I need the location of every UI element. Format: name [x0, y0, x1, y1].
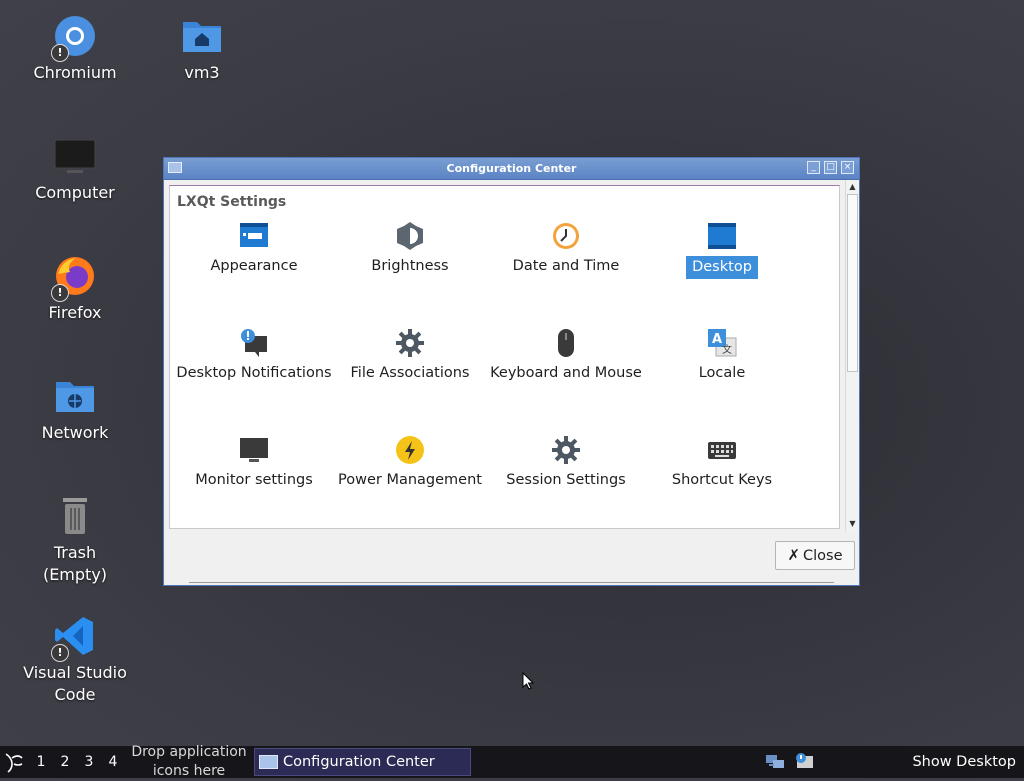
settings-item-label: Appearance	[210, 258, 298, 274]
settings-item-power-management[interactable]: Power Management	[332, 435, 488, 491]
settings-item-brightness[interactable]: Brightness	[332, 221, 488, 277]
svg-text:文: 文	[722, 343, 732, 356]
desktop-icon-label: Trash (Empty)	[42, 543, 108, 584]
status-divider	[189, 582, 834, 583]
settings-item-monitor-settings[interactable]: Monitor settings	[176, 435, 332, 491]
settings-item-session-settings[interactable]: Session Settings	[488, 435, 644, 491]
svg-text:A: A	[712, 332, 722, 347]
vertical-scrollbar[interactable]: ▲ ▼	[845, 180, 859, 531]
network-folder-icon	[53, 374, 97, 418]
settings-item-label: Brightness	[371, 258, 449, 274]
settings-item-keyboard-mouse[interactable]: Keyboard and Mouse	[488, 328, 644, 384]
desktop-icon-label: vm3	[184, 63, 220, 82]
window-icon	[259, 755, 278, 769]
desktop-icon-vscode[interactable]: ! Visual Studio Code	[20, 614, 130, 706]
taskbar-task-configuration-center[interactable]: Configuration Center	[254, 748, 471, 776]
window-titlebar[interactable]: Configuration Center _ □ ×	[164, 158, 859, 180]
desktop-icon-chromium[interactable]: ! Chromium	[20, 14, 130, 84]
task-label: Configuration Center	[283, 754, 435, 770]
desktop-icon-label: Visual Studio Code	[23, 663, 127, 704]
workspace-2-button[interactable]: 2	[57, 746, 73, 778]
desktop-icon-label: Chromium	[33, 63, 117, 82]
settings-item-desktop[interactable]: Desktop	[644, 221, 800, 279]
window-title: Configuration Center	[446, 162, 577, 175]
locale-icon: A文	[707, 328, 737, 358]
close-icon: ✗	[787, 546, 801, 564]
settings-item-label: Keyboard and Mouse	[490, 365, 642, 381]
brightness-icon	[395, 221, 425, 251]
configuration-center-window: Configuration Center _ □ × LXQt Settings…	[163, 157, 860, 586]
quicklaunch-drop-hint: Drop application icons here	[131, 744, 247, 779]
workspace-4-button[interactable]: 4	[105, 746, 121, 778]
taskbar: 1 2 3 4 Drop application icons here Conf…	[0, 744, 1024, 779]
settings-item-label: Monitor settings	[195, 472, 313, 488]
desktop-icon-label: Network	[41, 423, 109, 442]
settings-item-label-selected: Desktop	[686, 256, 758, 279]
show-desktop-button[interactable]: Show Desktop	[912, 746, 1016, 778]
vscode-icon: !	[51, 614, 97, 662]
gear-icon	[395, 328, 425, 358]
settings-item-label: Date and Time	[512, 258, 620, 274]
settings-item-label: Session Settings	[506, 472, 626, 488]
chromium-icon: !	[51, 14, 97, 62]
desktop-icon-vm3[interactable]: vm3	[147, 14, 257, 84]
workspace-1-button[interactable]: 1	[33, 746, 49, 778]
home-folder-icon	[180, 14, 224, 58]
settings-item-label: Desktop Notifications	[176, 365, 332, 381]
power-icon	[395, 435, 425, 465]
close-window-button[interactable]: ×	[841, 161, 854, 174]
mouse-cursor-icon	[522, 671, 535, 690]
minimize-button[interactable]: _	[807, 161, 820, 174]
scroll-thumb[interactable]	[847, 194, 858, 372]
settings-item-file-associations[interactable]: File Associations	[332, 328, 488, 384]
clock-icon	[551, 221, 581, 251]
desktop-icon	[707, 221, 737, 251]
desktop-icon-computer[interactable]: Computer	[20, 134, 130, 204]
lxqt-menu-icon[interactable]	[2, 750, 26, 774]
workspace-3-button[interactable]: 3	[81, 746, 97, 778]
settings-item-label: Shortcut Keys	[671, 472, 773, 488]
computer-icon	[53, 134, 97, 178]
close-button[interactable]: ✗ Close	[775, 541, 855, 570]
mouse-icon	[551, 328, 581, 358]
desktop-icon-label: Computer	[35, 183, 115, 202]
settings-item-date-time[interactable]: Date and Time	[488, 221, 644, 277]
maximize-button[interactable]: □	[824, 161, 837, 174]
settings-item-locale[interactable]: A文 Locale	[644, 328, 800, 384]
keyboard-icon	[707, 435, 737, 465]
settings-panel: LXQt Settings Appearance Brightness Date…	[169, 185, 840, 529]
settings-item-label: File Associations	[350, 365, 470, 381]
firefox-icon: !	[51, 254, 97, 302]
close-button-label: Close	[803, 548, 843, 564]
scroll-up-arrow-icon[interactable]: ▲	[846, 181, 859, 193]
trash-icon	[53, 494, 97, 538]
desktop-icon-firefox[interactable]: ! Firefox	[20, 254, 130, 324]
gear-icon	[551, 435, 581, 465]
group-title: LXQt Settings	[177, 194, 287, 210]
appearance-icon	[239, 221, 269, 251]
settings-item-shortcut-keys[interactable]: Shortcut Keys	[644, 435, 800, 491]
desktop-icon-network[interactable]: Network	[20, 374, 130, 444]
network-tray-icon[interactable]	[765, 752, 785, 772]
scroll-down-arrow-icon[interactable]: ▼	[846, 518, 859, 530]
monitor-icon	[239, 435, 269, 465]
desktop-icon-label: Firefox	[48, 303, 102, 322]
desktop-icon-trash[interactable]: Trash (Empty)	[20, 494, 130, 586]
notification-tray-icon[interactable]	[794, 752, 814, 772]
settings-item-appearance[interactable]: Appearance	[176, 221, 332, 277]
settings-item-desktop-notifications[interactable]: Desktop Notifications	[176, 328, 332, 384]
notifications-icon	[239, 328, 269, 358]
settings-item-label: Power Management	[338, 472, 482, 488]
settings-item-label: Locale	[698, 365, 746, 381]
